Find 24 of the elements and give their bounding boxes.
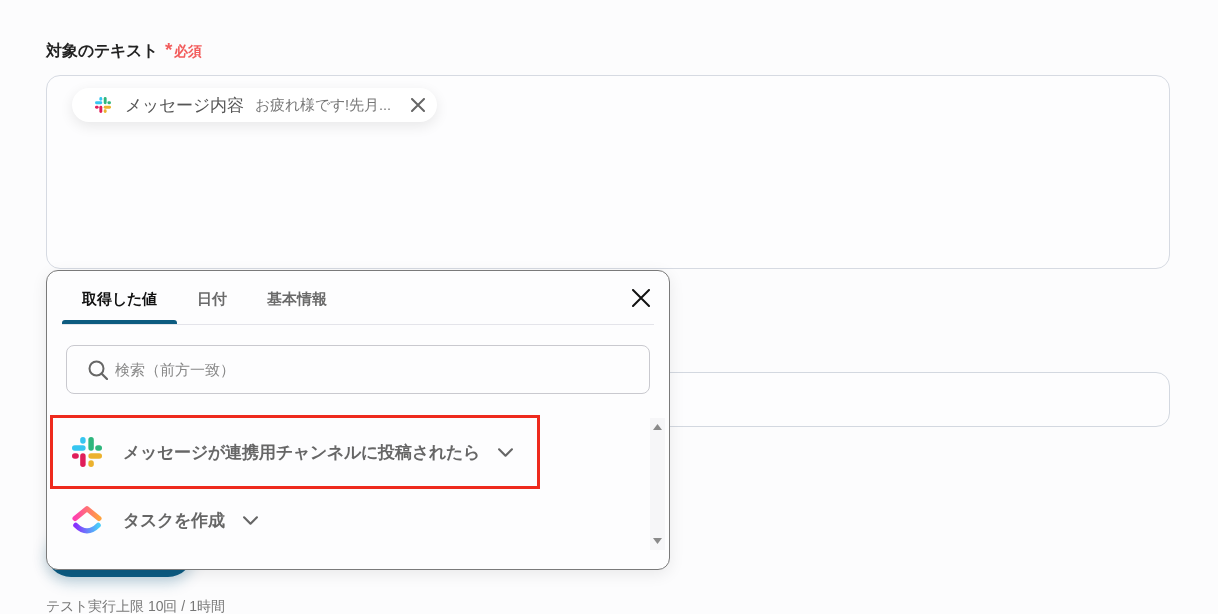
triangle-down-icon[interactable]: [653, 538, 662, 544]
chevron-down-icon: [243, 515, 258, 525]
chevron-down-icon: [498, 447, 513, 457]
close-icon[interactable]: [411, 98, 426, 112]
scrollbar[interactable]: [650, 418, 665, 550]
required-label: 必須: [174, 42, 203, 61]
tab[interactable]: 基本情報: [247, 271, 347, 324]
required-asterisk: *: [165, 38, 173, 62]
hash-logo-icon: [72, 437, 102, 467]
list-item[interactable]: タスクを作成: [50, 486, 285, 554]
tab[interactable]: 取得した値: [62, 271, 177, 324]
limit-note: テスト実行上限 10回 / 1時間: [46, 598, 225, 614]
chip-value: お疲れ様です!先月...: [255, 95, 392, 115]
search-icon: [88, 359, 108, 380]
close-icon: [632, 288, 650, 307]
triangle-up-icon[interactable]: [653, 424, 662, 430]
field-label: 対象のテキスト: [46, 41, 158, 61]
chip-name: メッセージ内容: [125, 94, 244, 117]
list-item[interactable]: メッセージが連携用チャンネルに投稿されたら: [50, 418, 540, 486]
text-area-field[interactable]: メッセージ内容 お疲れ様です!先月...: [46, 75, 1170, 269]
search-field[interactable]: 検索（前方一致）: [66, 345, 650, 394]
hash-logo-icon: [95, 97, 111, 113]
chevron-arc-logo-icon: [72, 505, 102, 535]
tab[interactable]: 日付: [177, 271, 247, 324]
